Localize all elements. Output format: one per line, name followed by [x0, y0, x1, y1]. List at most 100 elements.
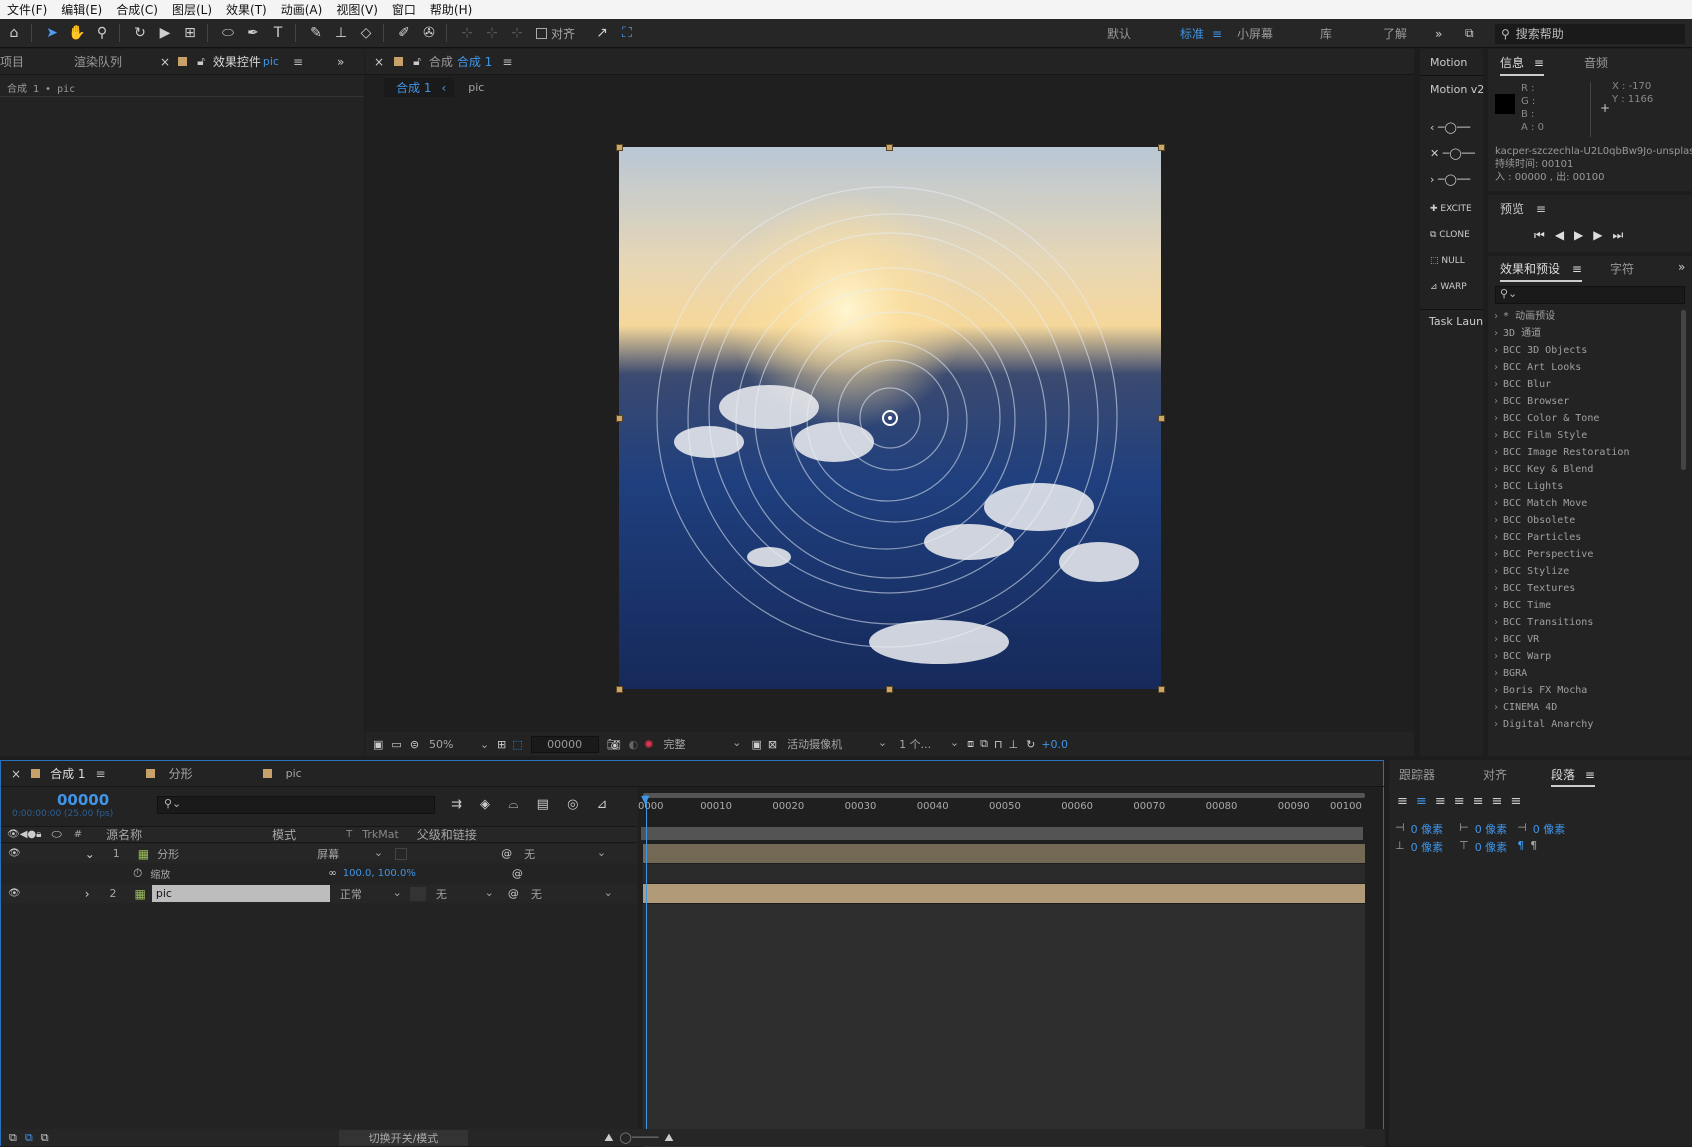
- motion-tab[interactable]: Motion: [1430, 56, 1467, 69]
- eye-icon[interactable]: 👁︎: [8, 888, 21, 899]
- shy-icon[interactable]: ⌓: [508, 797, 518, 812]
- channel-icon[interactable]: ✺: [644, 738, 653, 751]
- always-preview-icon[interactable]: ▣: [373, 738, 383, 751]
- more-workspaces-icon[interactable]: »: [1435, 19, 1442, 48]
- tab-character[interactable]: 字符: [1610, 260, 1634, 277]
- effects-category-item[interactable]: › BCC Time: [1493, 597, 1673, 614]
- exposure-value[interactable]: +0.0: [1041, 738, 1068, 751]
- preserve-transparency-toggle[interactable]: [409, 886, 426, 901]
- roto-brush-tool-icon[interactable]: ✐: [393, 22, 415, 44]
- time-ruler[interactable]: 0000 00010 00020 00030 00040 00050 00060 00070 0…: [638, 799, 1383, 814]
- effects-category-item[interactable]: › BCC Stylize: [1493, 563, 1673, 580]
- effects-category-item[interactable]: › Digital Anarchy: [1493, 716, 1673, 733]
- clone-button[interactable]: ⧉ CLONE: [1430, 230, 1470, 240]
- scrollbar[interactable]: [1681, 310, 1686, 470]
- transform-handle[interactable]: [886, 686, 893, 693]
- expand-panels-icon[interactable]: »: [337, 55, 344, 69]
- chevron-down-icon[interactable]: ⌄: [85, 847, 95, 861]
- effects-category-item[interactable]: › BCC Perspective: [1493, 546, 1673, 563]
- menu-file[interactable]: 文件(F): [0, 1, 54, 18]
- transfer-controls-icon[interactable]: ⧉: [25, 1131, 33, 1145]
- ltr-direction-icon[interactable]: ¶: [1517, 839, 1524, 855]
- layer-row[interactable]: 👁︎ › 2 ▦ pic 正常 ⌄ 无 ⌄ @ 无 ⌄: [1, 884, 637, 903]
- rotate-tool-icon[interactable]: ↻: [129, 22, 151, 44]
- help-search[interactable]: ⚲ 搜索帮助: [1495, 19, 1692, 48]
- work-area-range[interactable]: [641, 827, 1363, 840]
- layer-bar-2[interactable]: [643, 884, 1365, 903]
- tab-effects-presets[interactable]: 效果和预设 ≡: [1500, 260, 1582, 282]
- menu-animation[interactable]: 动画(A): [274, 1, 330, 18]
- tab-paragraph[interactable]: 段落 ≡: [1551, 766, 1595, 787]
- indent-right-value[interactable]: 0 像素: [1475, 821, 1508, 837]
- reset-exposure-icon[interactable]: ↻: [1026, 738, 1035, 751]
- layer-name[interactable]: 分形: [157, 846, 317, 862]
- panel-menu-icon[interactable]: ≡: [502, 55, 512, 69]
- layer-bar-1[interactable]: [643, 844, 1365, 863]
- tab-effect-controls[interactable]: 效果控件: [205, 53, 263, 70]
- tab-render-queue[interactable]: 渲染队列: [66, 53, 130, 70]
- timeline-tab-fractal[interactable]: 分形: [169, 765, 193, 782]
- axis-local-icon[interactable]: ⊹: [456, 22, 478, 44]
- transform-handle[interactable]: [616, 144, 623, 151]
- tab-project[interactable]: 项目: [0, 53, 32, 70]
- menu-layer[interactable]: 图层(L): [165, 1, 219, 18]
- transparency-grid-icon[interactable]: ⊠: [768, 738, 777, 751]
- comp-tab-prefix[interactable]: 合成: [421, 53, 457, 70]
- workspace-learn[interactable]: 了解: [1383, 19, 1407, 48]
- zoom-in-icon[interactable]: ⛰: [664, 1131, 673, 1145]
- align-right-icon[interactable]: ≡: [1435, 794, 1454, 809]
- transform-handle[interactable]: [616, 415, 623, 422]
- menu-edit[interactable]: 编辑(E): [54, 1, 109, 18]
- panel-menu-icon[interactable]: ≡: [1585, 768, 1595, 782]
- transform-handle[interactable]: [1158, 415, 1165, 422]
- motion-slider-1[interactable]: ‹ ─◯──: [1430, 121, 1470, 134]
- justify-center-icon[interactable]: ≡: [1473, 794, 1492, 809]
- task-launcher-tab[interactable]: Task Laun: [1429, 315, 1483, 328]
- tab-tracker[interactable]: 跟踪器: [1399, 766, 1435, 783]
- effects-category-item[interactable]: › BCC VR: [1493, 631, 1673, 648]
- first-frame-icon[interactable]: ⏮: [1534, 228, 1555, 242]
- layer-row[interactable]: 👁︎ ⌄ 1 ▦ 分形 屏幕 ⌄ @ 无 ⌄: [1, 844, 637, 863]
- indent-first-value[interactable]: 0 像素: [1533, 821, 1566, 837]
- mask-visibility-icon[interactable]: ⬚: [512, 738, 522, 751]
- align-center-icon[interactable]: ≡: [1416, 794, 1435, 809]
- toggle-pixel-aspect-icon[interactable]: ⧈: [967, 737, 974, 751]
- title-safe-icon[interactable]: ⊞: [497, 738, 506, 751]
- region-of-interest-icon[interactable]: ▣: [751, 738, 761, 751]
- workspace-menu-icon[interactable]: ≡: [1212, 19, 1222, 48]
- help-search-input[interactable]: 搜索帮助: [1516, 25, 1564, 42]
- tab-audio[interactable]: 音频: [1584, 54, 1608, 71]
- brush-tool-icon[interactable]: ✎: [305, 22, 327, 44]
- panel-menu-icon[interactable]: ≡: [1572, 262, 1582, 276]
- sync-settings-icon[interactable]: ⧉: [1465, 19, 1474, 48]
- mask-icon[interactable]: ⊜: [410, 738, 419, 751]
- warp-button[interactable]: ⊿ WARP: [1430, 282, 1467, 292]
- composition-viewer[interactable]: [619, 147, 1161, 689]
- close-icon[interactable]: ×: [374, 55, 384, 69]
- property-value[interactable]: 100.0, 100.0%: [343, 868, 416, 879]
- pen-tool-icon[interactable]: ✒: [242, 22, 264, 44]
- layer-switches-icon[interactable]: ⧉: [9, 1131, 17, 1145]
- last-frame-icon[interactable]: ⏭: [1613, 228, 1634, 242]
- eraser-tool-icon[interactable]: ◇: [355, 22, 377, 44]
- panel-menu-icon[interactable]: ≡: [1536, 202, 1546, 216]
- snap-edges-icon[interactable]: ↗: [591, 22, 613, 44]
- axis-world-icon[interactable]: ⊹: [481, 22, 503, 44]
- panel-menu-icon[interactable]: ≡: [96, 767, 106, 781]
- expand-panels-icon[interactable]: »: [1678, 260, 1685, 274]
- snapping-toggle[interactable]: 对齐: [536, 25, 575, 42]
- flowchart-icon[interactable]: ⊥: [1009, 738, 1019, 751]
- pickwhip-icon[interactable]: @: [501, 847, 512, 860]
- nav-layer[interactable]: pic: [468, 81, 484, 94]
- pan-behind-tool-icon[interactable]: ⊞: [179, 22, 201, 44]
- effects-category-item[interactable]: › 3D 通道: [1493, 325, 1673, 342]
- tab-preview[interactable]: 预览 ≡: [1500, 200, 1546, 217]
- preserve-transparency-toggle[interactable]: [395, 847, 408, 860]
- effects-category-item[interactable]: › BCC Image Restoration: [1493, 444, 1673, 461]
- transform-handle[interactable]: [886, 144, 893, 151]
- transform-handle[interactable]: [616, 686, 623, 693]
- camera-dropdown[interactable]: 活动摄像机 ⌄: [787, 736, 887, 752]
- transform-handle[interactable]: [1158, 686, 1165, 693]
- nav-comp[interactable]: 合成 1 ‹: [384, 78, 455, 97]
- transform-handle[interactable]: [1158, 144, 1165, 151]
